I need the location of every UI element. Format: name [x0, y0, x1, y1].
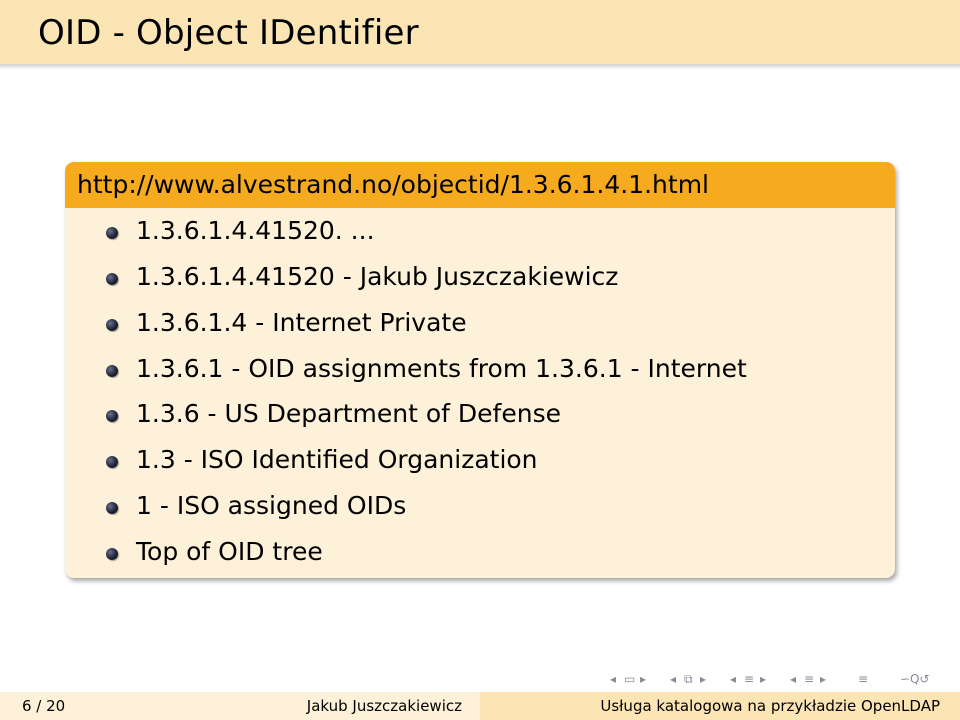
frame-title: OID - Object IDentifier: [38, 13, 419, 53]
list-item: 1.3.6.1.4 - Internet Private: [65, 304, 895, 342]
block-body: 1.3.6.1.4.41520. ... 1.3.6.1.4.41520 - J…: [65, 208, 895, 578]
subsection-right-arrow-icon[interactable]: ▸: [700, 670, 706, 688]
search-icon[interactable]: ∽Q↺: [900, 670, 930, 688]
bullet-icon: [106, 502, 118, 514]
block-header: http://www.alvestrand.no/objectid/1.3.6.…: [65, 162, 895, 208]
footer: 6 / 20 Jakub Juszczakiewicz Usługa katal…: [0, 692, 960, 720]
list-item: 1 - ISO assigned OIDs: [65, 487, 895, 525]
frame-icon[interactable]: ▭: [624, 670, 635, 688]
list-item-text: Top of OID tree: [136, 537, 323, 566]
list-item-text: 1.3.6.1.4.41520 - Jakub Juszczakiewicz: [136, 262, 619, 291]
list-item-text: 1 - ISO assigned OIDs: [136, 491, 407, 520]
subsection-left-arrow-icon[interactable]: ◂: [670, 670, 676, 688]
block-url-title: http://www.alvestrand.no/objectid/1.3.6.…: [77, 170, 710, 199]
section-left-arrow-icon[interactable]: ◂: [730, 670, 736, 688]
page-number: 6 / 20: [22, 697, 66, 715]
section-icon[interactable]: ≡: [744, 670, 754, 688]
title-bar-shadow: [0, 64, 960, 70]
slide-left-arrow-icon[interactable]: ◂: [610, 670, 616, 688]
list-item-text: 1.3.6.1.4.41520. ...: [136, 216, 375, 245]
doc-left-arrow-icon[interactable]: ◂: [790, 670, 796, 688]
doc-right-arrow-icon[interactable]: ▸: [820, 670, 826, 688]
subsection-icon[interactable]: ⧉: [684, 670, 693, 688]
list-item-text: 1.3.6.1.4 - Internet Private: [136, 308, 467, 337]
beamer-navigation: ◂ ▭ ▸ ◂ ⧉ ▸ ◂ ≡ ▸ ◂ ≡ ▸ ≡ ∽Q↺: [610, 670, 955, 688]
bullet-icon: [106, 410, 118, 422]
slide-right-arrow-icon[interactable]: ▸: [640, 670, 646, 688]
bullet-icon: [106, 456, 118, 468]
list-item: 1.3.6 - US Department of Defense: [65, 395, 895, 433]
list-item: 1.3.6.1.4.41520 - Jakub Juszczakiewicz: [65, 258, 895, 296]
appendix-icon[interactable]: ≡: [858, 670, 868, 688]
list-item: Top of OID tree: [65, 533, 895, 571]
list-item-text: 1.3.6.1 - OID assignments from 1.3.6.1 -…: [136, 354, 747, 383]
footer-right-panel: Usługa katalogowa na przykładzie OpenLDA…: [480, 692, 960, 720]
bullet-icon: [106, 319, 118, 331]
footer-author: Jakub Juszczakiewicz: [306, 697, 462, 715]
document-icon[interactable]: ≡: [804, 670, 814, 688]
list-item-text: 1.3.6 - US Department of Defense: [136, 399, 561, 428]
bullet-icon: [106, 548, 118, 560]
list-item: 1.3.6.1.4.41520. ...: [65, 212, 895, 250]
bullet-icon: [106, 273, 118, 285]
footer-left-panel: 6 / 20 Jakub Juszczakiewicz: [0, 692, 480, 720]
list-item-text: 1.3 - ISO Identified Organization: [136, 445, 538, 474]
bullet-icon: [106, 227, 118, 239]
oid-block: http://www.alvestrand.no/objectid/1.3.6.…: [65, 162, 895, 578]
footer-presentation-title: Usługa katalogowa na przykładzie OpenLDA…: [600, 697, 940, 715]
section-right-arrow-icon[interactable]: ▸: [760, 670, 766, 688]
list-item: 1.3 - ISO Identified Organization: [65, 441, 895, 479]
bullet-icon: [106, 365, 118, 377]
frame-title-bar: OID - Object IDentifier: [0, 0, 960, 64]
list-item: 1.3.6.1 - OID assignments from 1.3.6.1 -…: [65, 350, 895, 388]
